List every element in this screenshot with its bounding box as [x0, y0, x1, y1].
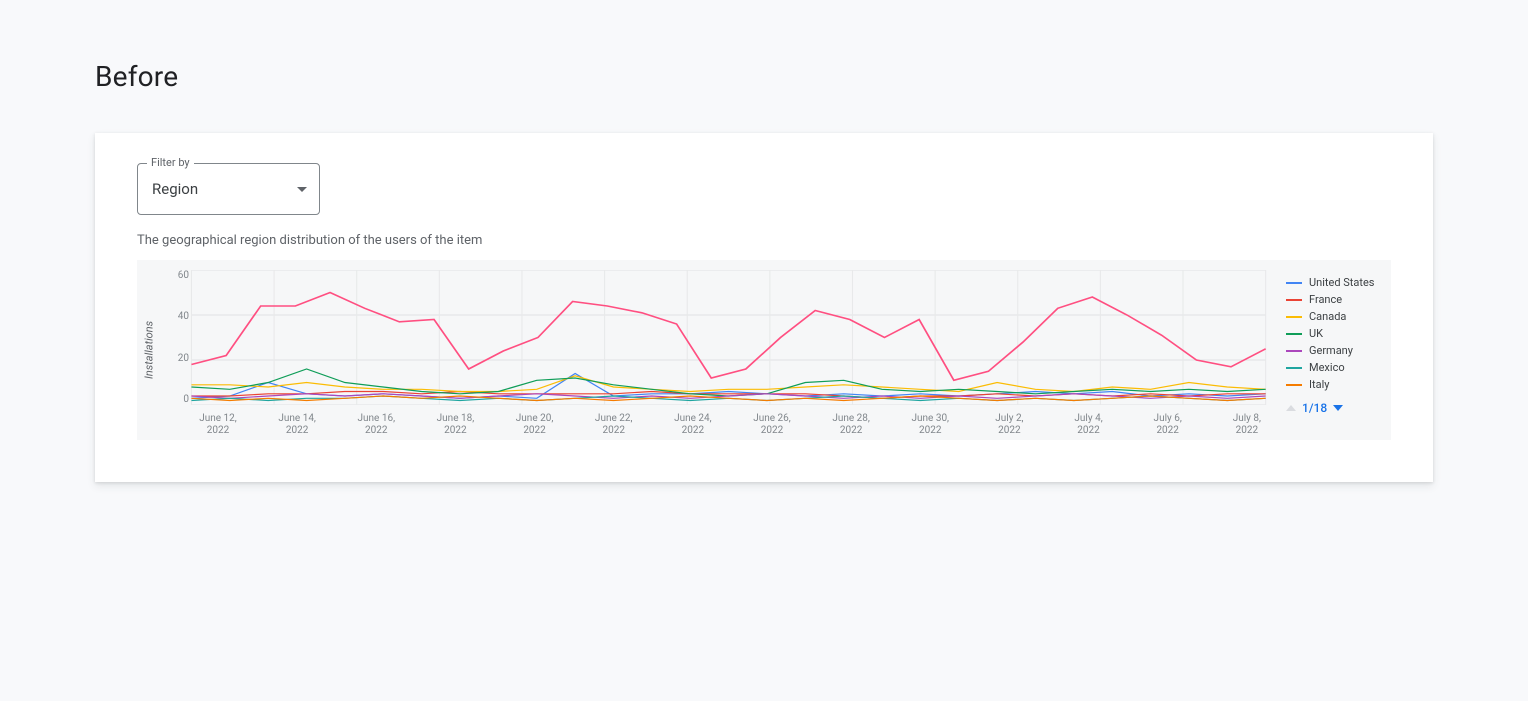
filter-legend: Filter by — [147, 156, 194, 169]
legend-swatch — [1286, 282, 1302, 284]
x-tick: June 24,2022 — [664, 413, 722, 437]
plot-area: 60 40 20 0 June 12,2022 June 14,2022 June 16,… — [161, 260, 1276, 440]
series-line — [191, 396, 1265, 401]
x-tick: June 26,2022 — [743, 413, 801, 437]
legend-item[interactable]: Mexico — [1286, 361, 1387, 374]
x-ticks: June 12,2022 June 14,2022 June 16,2022 June… — [189, 413, 1276, 437]
x-tick: June 16,2022 — [347, 413, 405, 437]
y-tick: 20 — [167, 353, 189, 364]
legend-label: Germany — [1309, 344, 1353, 357]
x-tick: June 20,2022 — [506, 413, 564, 437]
legend-label: United States — [1309, 276, 1374, 289]
chart-description: The geographical region distribution of … — [137, 233, 1391, 248]
chart-card: Filter by Region The geographical region… — [95, 133, 1433, 482]
legend-swatch — [1286, 384, 1302, 386]
legend-label: France — [1309, 293, 1342, 306]
legend-item[interactable]: Germany — [1286, 344, 1387, 357]
legend-swatch — [1286, 333, 1302, 335]
y-tick: 0 — [167, 394, 189, 405]
pager-next-icon[interactable] — [1333, 405, 1343, 411]
x-tick: June 22,2022 — [585, 413, 643, 437]
y-tick: 40 — [167, 311, 189, 322]
legend-swatch — [1286, 299, 1302, 301]
legend-item[interactable]: Canada — [1286, 310, 1387, 323]
x-tick: July 2,2022 — [980, 413, 1038, 437]
legend-item[interactable]: UK — [1286, 327, 1387, 340]
legend-item[interactable]: Italy — [1286, 378, 1387, 391]
legend-swatch — [1286, 316, 1302, 318]
y-ticks: 60 40 20 0 — [167, 270, 189, 405]
filter-by-wrap: Filter by Region — [137, 163, 320, 215]
line-chart — [161, 270, 1270, 405]
chart-container: Installations 6040200 June 12,2022June 1… — [137, 260, 1391, 440]
chart-legend: United States France Canada UK Germany Mexico… — [1276, 260, 1391, 440]
legend-label: UK — [1309, 327, 1323, 340]
x-tick: June 14,2022 — [268, 413, 326, 437]
series-line — [191, 374, 1265, 399]
legend-swatch — [1286, 367, 1302, 369]
series-line — [191, 293, 1265, 381]
filter-select-region[interactable]: Region — [137, 163, 320, 215]
pager-label: 1/18 — [1302, 401, 1327, 415]
legend-pager: 1/18 — [1286, 401, 1387, 415]
pager-prev-icon[interactable] — [1286, 405, 1296, 411]
legend-item[interactable]: United States — [1286, 276, 1387, 289]
page-title: Before — [95, 60, 1433, 93]
x-tick: June 18,2022 — [426, 413, 484, 437]
legend-label: Canada — [1309, 310, 1346, 323]
legend-label: Italy — [1309, 378, 1329, 391]
y-axis-label: Installations — [137, 260, 161, 440]
x-tick: June 28,2022 — [822, 413, 880, 437]
x-tick: July 4,2022 — [1060, 413, 1118, 437]
legend-item[interactable]: France — [1286, 293, 1387, 306]
y-tick: 60 — [167, 270, 189, 281]
filter-value: Region — [152, 180, 198, 198]
x-tick: June 12,2022 — [189, 413, 247, 437]
x-tick: July 8,2022 — [1218, 413, 1276, 437]
legend-swatch — [1286, 350, 1302, 352]
x-tick: June 30,2022 — [901, 413, 959, 437]
legend-label: Mexico — [1309, 361, 1345, 374]
x-tick: July 6,2022 — [1139, 413, 1197, 437]
chevron-down-icon — [297, 187, 307, 192]
